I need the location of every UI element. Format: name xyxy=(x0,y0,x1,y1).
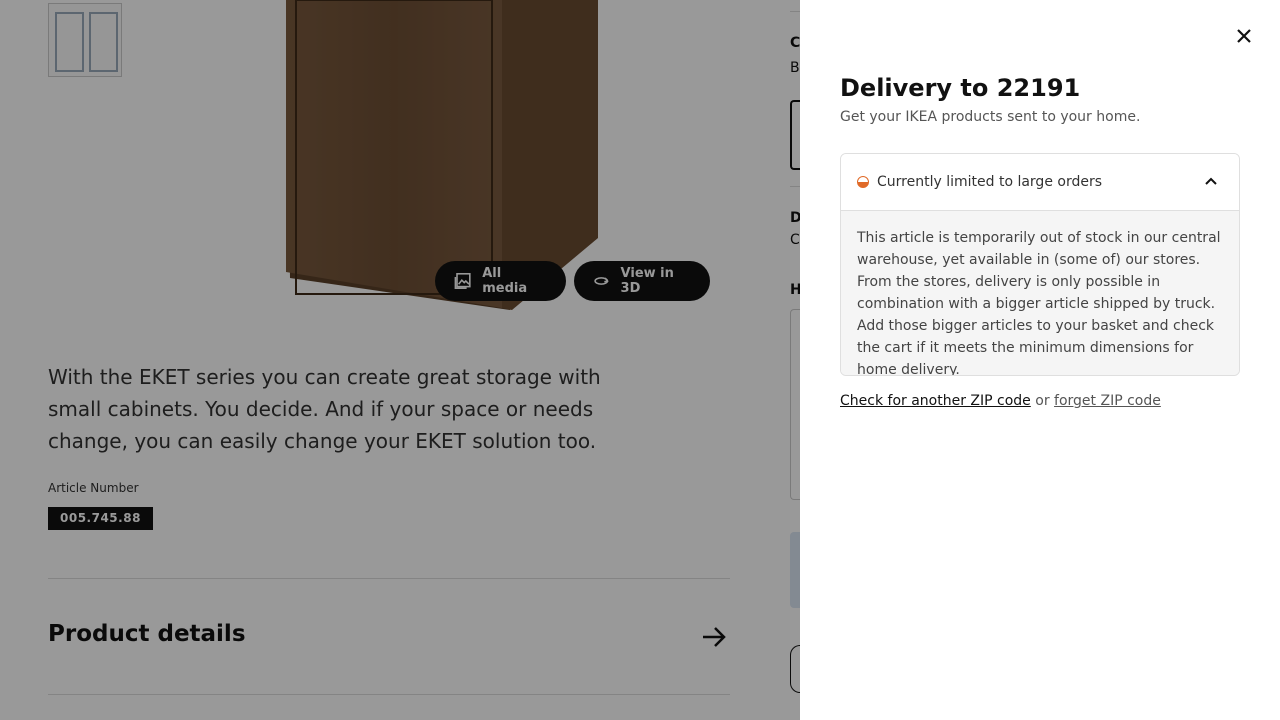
zip-actions: Check for another ZIP code or forget ZIP… xyxy=(840,393,1161,409)
close-button[interactable] xyxy=(1228,20,1260,52)
accordion-status-label: Currently limited to large orders xyxy=(877,174,1103,190)
zip-or-text: or xyxy=(1035,393,1050,409)
close-icon xyxy=(1237,29,1251,43)
drawer-title: Delivery to 22191 xyxy=(840,74,1081,102)
delivery-status-accordion: Currently limited to large orders This a… xyxy=(840,153,1240,376)
drawer-subtitle: Get your IKEA products sent to your home… xyxy=(840,109,1141,125)
modal-backdrop[interactable] xyxy=(0,0,800,720)
chevron-up-icon[interactable] xyxy=(1203,174,1219,190)
check-another-zip-link[interactable]: Check for another ZIP code xyxy=(840,393,1031,409)
accordion-header[interactable]: Currently limited to large orders xyxy=(841,154,1239,211)
status-half-dot-icon xyxy=(857,176,869,188)
accordion-body: This article is temporarily out of stock… xyxy=(841,211,1239,375)
forget-zip-link[interactable]: forget ZIP code xyxy=(1054,393,1161,409)
